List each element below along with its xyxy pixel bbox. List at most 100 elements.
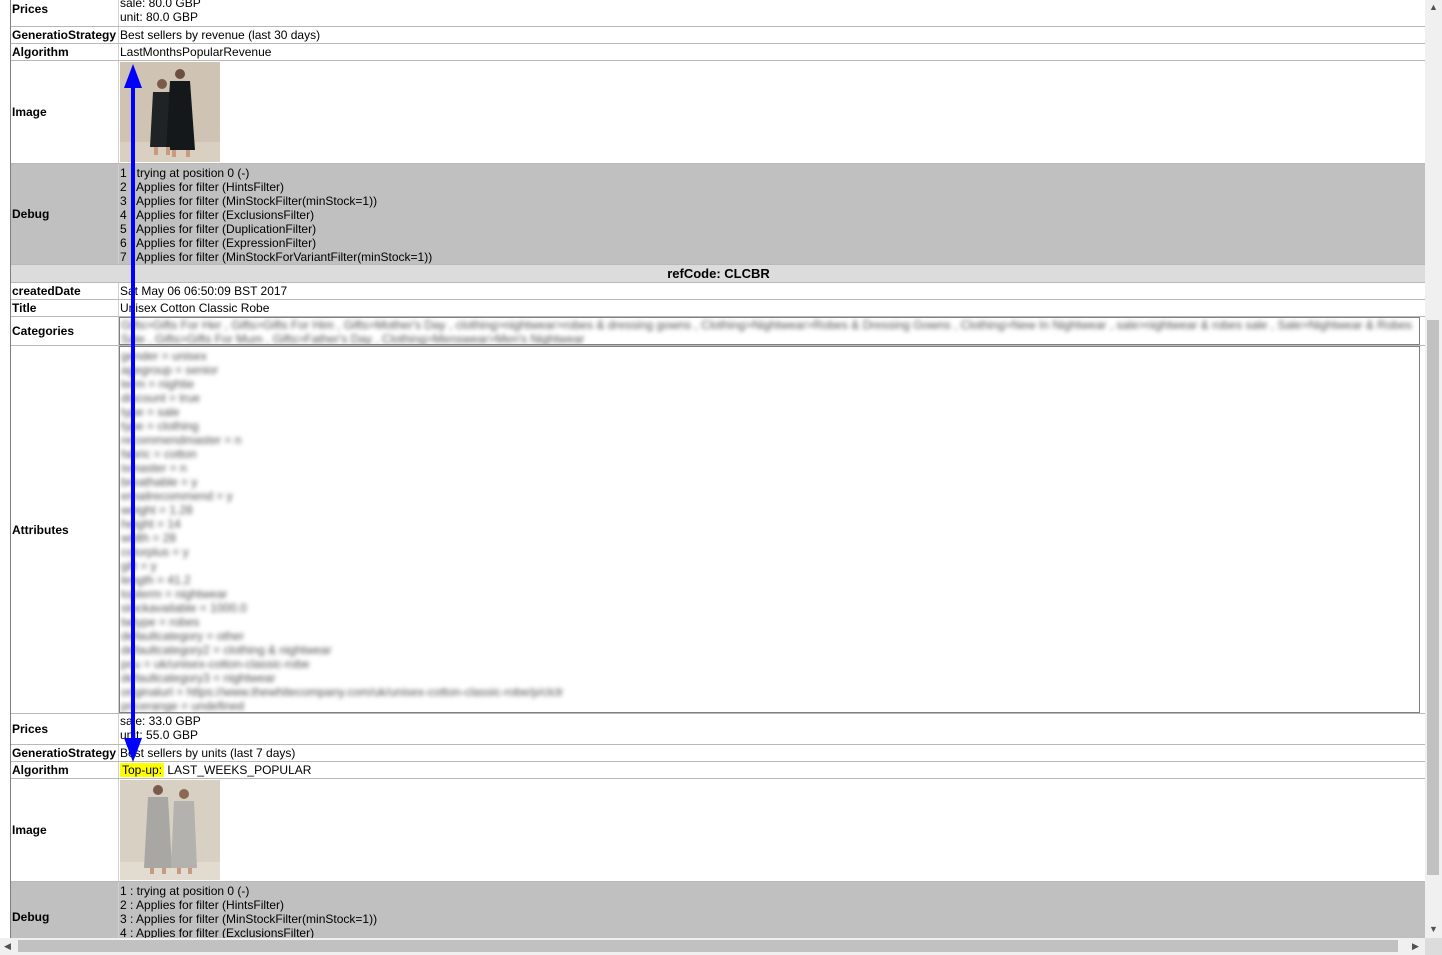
title-value: Unisex Cotton Classic Robe [120, 301, 270, 315]
attribute-line: topterm = nightwear [121, 587, 228, 601]
category-line: Gifts>Gifts For Her , Gifts>Gifts For Hi… [121, 318, 1412, 332]
attribute-line: discount = true [121, 391, 201, 405]
scroll-up-arrow-icon[interactable]: ▲ [1429, 3, 1438, 12]
attribute-line: breathable = y [121, 475, 198, 489]
attribute-line: defaultcategory = other [121, 629, 245, 643]
strategy-value: Best sellers by units (last 7 days) [120, 746, 296, 760]
scroll-right-arrow-icon[interactable]: ▶ [1412, 942, 1419, 951]
vertical-scroll-thumb[interactable] [1427, 320, 1439, 875]
strategy-label: GeneratioStrategy [11, 27, 119, 43]
attribute-line: pcu = uk/unisex-cotton-classic-robe [121, 657, 310, 671]
attribute-line: originalurl = https://www.thewhitecompan… [121, 685, 564, 699]
prices-row: Prices sale: 33.0 GBP unit: 55.0 GBP [11, 714, 1426, 745]
price-sale: sale: 33.0 GBP [120, 714, 201, 728]
debug-line: 4 : Applies for filter (ExclusionsFilter… [120, 926, 315, 938]
strategy-label: GeneratioStrategy [11, 745, 119, 761]
refcode-header: refCode: CLCBR [11, 265, 1426, 283]
debug-line: 1 : trying at position 0 (-) [120, 884, 250, 898]
debug-line: 6 : Applies for filter (ExpressionFilter… [120, 236, 317, 250]
attributes-row: Attributes gender = unisex agegroup = se… [11, 346, 1426, 714]
price-sale: sale: 80.0 GBP [120, 0, 201, 10]
debug-line: 4 : Applies for filter (ExclusionsFilter… [120, 208, 315, 222]
algorithm-row: Algorithm Top-up: LAST_WEEKS_POPULAR [11, 762, 1426, 779]
image-cell [119, 779, 1426, 881]
debug-row: Debug 1 : trying at position 0 (-) 2 : A… [11, 882, 1426, 938]
algorithm-value: Top-up: LAST_WEEKS_POPULAR [119, 762, 1426, 778]
image-row: Image [11, 779, 1426, 882]
algorithm-label: Algorithm [11, 762, 119, 778]
attribute-line: emailrecommend = y [121, 489, 233, 503]
debug-line: 7 : Applies for filter (MinStockForVaria… [120, 250, 433, 264]
horizontal-scrollbar[interactable]: ◀ ▶ [0, 938, 1425, 955]
categories-box: Gifts>Gifts For Her , Gifts>Gifts For Hi… [119, 317, 1420, 345]
attribute-line: type = sale [121, 405, 180, 419]
algorithm-name: LAST_WEEKS_POPULAR [167, 763, 312, 777]
categories-row: Categories Gifts>Gifts For Her , Gifts>G… [11, 317, 1426, 346]
prices-values: sale: 80.0 GBP unit: 80.0 GBP [119, 0, 1426, 26]
title-row: Title Unisex Cotton Classic Robe [11, 300, 1426, 317]
attributes-label: Attributes [11, 346, 119, 713]
attribute-line: fabric = cotton [121, 447, 197, 461]
image-label: Image [11, 61, 119, 163]
attribute-line: ismaster = n [121, 461, 187, 475]
algorithm-row: Algorithm LastMonthsPopularRevenue [11, 44, 1426, 61]
category-line: Sale , Gifts>Gifts For Mum , Gifts>Fathe… [121, 332, 585, 345]
product-image-dark-robes[interactable] [120, 62, 220, 162]
categories-label: Categories [11, 317, 119, 345]
debug-line: 2 : Applies for filter (HintsFilter) [120, 898, 285, 912]
attribute-line: weight = 1.28 [121, 503, 193, 517]
page-left-margin [0, 0, 10, 938]
debug-log: 1 : trying at position 0 (-) 2 : Applies… [119, 882, 1426, 938]
price-unit: unit: 80.0 GBP [120, 10, 199, 24]
debug-label: Debug [11, 882, 119, 938]
prices-values: sale: 33.0 GBP unit: 55.0 GBP [119, 714, 1426, 744]
strategy-value: Best sellers by revenue (last 30 days) [120, 28, 321, 42]
attribute-line: twtype = robes [121, 615, 200, 629]
vertical-scrollbar[interactable]: ▲ ▼ [1425, 0, 1442, 938]
algorithm-label: Algorithm [11, 44, 119, 60]
debug-line: 5 : Applies for filter (DuplicationFilte… [120, 222, 317, 236]
debug-log: 1 : trying at position 0 (-) 2 : Applies… [119, 164, 1426, 264]
algorithm-value: LastMonthsPopularRevenue [120, 45, 272, 59]
attribute-line: defaultcategory3 = nightwear [121, 671, 276, 685]
scroll-down-arrow-icon[interactable]: ▼ [1429, 925, 1438, 934]
debug-line: 2 : Applies for filter (HintsFilter) [120, 180, 285, 194]
strategy-row: GeneratioStrategy Best sellers by revenu… [11, 27, 1426, 44]
debug-line: 3 : Applies for filter (MinStockFilter(m… [120, 194, 378, 208]
attribute-line: term = nightie [121, 377, 195, 391]
attribute-line: gender = unisex [121, 349, 207, 363]
attribute-line: colorplus = y [121, 545, 189, 559]
created-date-label: createdDate [11, 283, 119, 299]
attributes-box: gender = unisex agegroup = senior term =… [119, 346, 1420, 713]
scrollbar-corner [1425, 938, 1442, 955]
scroll-left-arrow-icon[interactable]: ◀ [4, 942, 11, 951]
image-cell [119, 61, 1426, 163]
prices-label: Prices [11, 0, 119, 26]
attribute-line: gift = y [121, 559, 157, 573]
debug-line: 1 : trying at position 0 (-) [120, 166, 250, 180]
strategy-row: GeneratioStrategy Best sellers by units … [11, 745, 1426, 762]
image-row: Image [11, 61, 1426, 164]
debug-results-frame: Prices sale: 80.0 GBP unit: 80.0 GBP Gen… [10, 0, 1427, 938]
topup-highlight: Top-up: [120, 763, 165, 777]
product-image-light-robes[interactable] [120, 780, 220, 880]
attribute-line: agegroup = senior [121, 363, 219, 377]
attribute-line: height = 14 [121, 517, 181, 531]
results-table: Prices sale: 80.0 GBP unit: 80.0 GBP Gen… [11, 0, 1426, 938]
prices-label: Prices [11, 714, 119, 744]
attribute-line: recommendmaster = n [121, 433, 242, 447]
attribute-line: length = 41.2 [121, 573, 191, 587]
created-date-value: Sat May 06 06:50:09 BST 2017 [120, 284, 288, 298]
title-label: Title [11, 300, 119, 316]
horizontal-scroll-thumb[interactable] [18, 940, 1398, 952]
attribute-line: type = clothing [121, 419, 199, 433]
attribute-line: stockavailable = 1000.0 [121, 601, 247, 615]
price-unit: unit: 55.0 GBP [120, 728, 199, 742]
attribute-line: pricerange = undefined [121, 699, 245, 713]
created-date-row: createdDate Sat May 06 06:50:09 BST 2017 [11, 283, 1426, 300]
attribute-line: defaultcategory2 = clothing & nightwear [121, 643, 332, 657]
image-label: Image [11, 779, 119, 881]
debug-label: Debug [11, 164, 119, 264]
prices-row: Prices sale: 80.0 GBP unit: 80.0 GBP [11, 0, 1426, 27]
debug-line: 3 : Applies for filter (MinStockFilter(m… [120, 912, 378, 926]
